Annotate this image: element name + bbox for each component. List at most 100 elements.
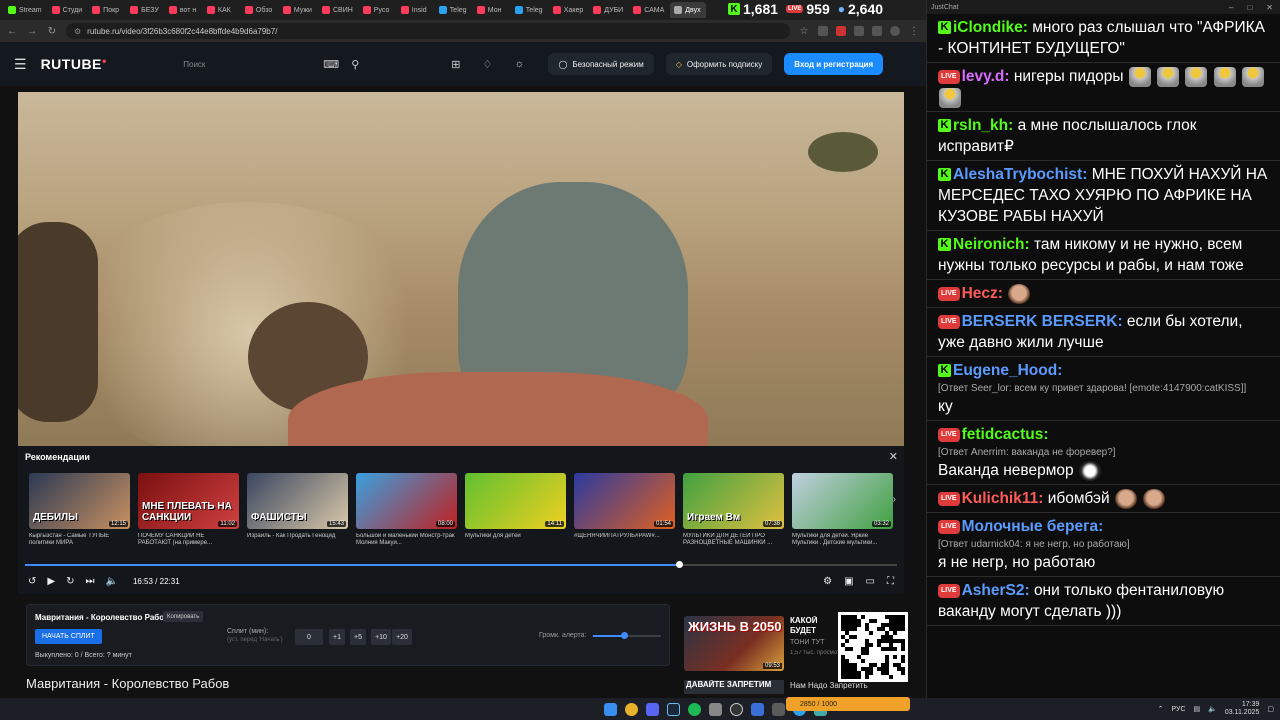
- back-icon[interactable]: ←: [6, 26, 18, 37]
- site-logo[interactable]: RUTUBE●: [41, 56, 108, 72]
- chat-username[interactable]: AleshaTrybochist: [953, 166, 1082, 183]
- browser-tab[interactable]: Русо: [359, 2, 395, 18]
- browser-tab[interactable]: Insid: [397, 2, 433, 18]
- chat-username[interactable]: fetidcactus: [962, 426, 1044, 443]
- side-reco-thumbnail-2[interactable]: ДАВАЙТЕ ЗАПРЕТИМ: [684, 680, 784, 694]
- fullscreen-icon[interactable]: ⛶: [887, 576, 894, 587]
- subscribe-button[interactable]: ◇ Оформить подписку: [665, 53, 773, 75]
- browser-tab[interactable]: Обзо: [241, 2, 277, 18]
- recommendation-thumbnail[interactable]: МНЕ ПЛЕВАТЬ НА САНКЦИИ 11:02: [138, 473, 239, 529]
- extension-icon[interactable]: [836, 26, 846, 36]
- profile-icon[interactable]: [890, 26, 900, 36]
- browser-tab[interactable]: СВИН: [318, 2, 357, 18]
- minimize-icon[interactable]: –: [1229, 3, 1233, 12]
- chat-username[interactable]: Молочные берега: [962, 518, 1099, 535]
- site-info-icon[interactable]: ⚙: [74, 27, 81, 36]
- recommendation-card[interactable]: 08:00 Большой и маленький Монстр-трак Мол…: [356, 473, 457, 547]
- play-icon[interactable]: ▶: [47, 576, 55, 587]
- recommendation-title[interactable]: Большой и маленький Монстр-трак Молния М…: [356, 533, 457, 547]
- recommendation-card[interactable]: ДЕБИЛЫ 12:15 Кыргызстан - Самые ТУПЫЕ поли…: [29, 473, 130, 547]
- video-player[interactable]: Рекомендации ✕ ДЕБИЛЫ 12:15 Кыргызстан - С…: [18, 92, 904, 594]
- maximize-icon[interactable]: □: [1247, 3, 1252, 12]
- side-reco-author[interactable]: ТОНИ ТУТ: [790, 639, 824, 646]
- recommendation-card[interactable]: МНЕ ПЛЕВАТЬ НА САНКЦИИ 11:02 ПОЧЕМУ САНКЦИ…: [138, 473, 239, 547]
- bell-icon[interactable]: ♢: [482, 58, 492, 71]
- language-indicator[interactable]: РУС: [1171, 706, 1185, 713]
- chat-username[interactable]: Eugene_Hood: [953, 362, 1057, 379]
- downloads-icon[interactable]: [872, 26, 882, 36]
- split-increment-button[interactable]: +5: [350, 629, 366, 645]
- upload-icon[interactable]: ⊞: [451, 58, 460, 71]
- search-icon[interactable]: ⚲: [351, 58, 359, 71]
- browser-tab[interactable]: КАК: [203, 2, 239, 18]
- theater-icon[interactable]: ▭: [866, 576, 875, 587]
- browser-tab[interactable]: Покр: [88, 2, 124, 18]
- windows-start-icon[interactable]: [603, 702, 617, 716]
- browser-tab[interactable]: Stream: [4, 2, 46, 18]
- chat-username[interactable]: Kulichik11: [962, 490, 1039, 507]
- recommendation-title[interactable]: МУЛЬТИКИ ДЛЯ ДЕТЕЙ ПРО РАЗНОЦВЕТНЫЕ МАШИ…: [683, 533, 784, 547]
- video-frame[interactable]: [18, 92, 904, 492]
- split-increment-button[interactable]: +10: [371, 629, 391, 645]
- browser-tab[interactable]: Teleg: [511, 2, 547, 18]
- start-split-button[interactable]: НАЧАТЬ СПЛИТ: [35, 629, 102, 644]
- side-reco-thumbnail[interactable]: ЖИЗНЬ В 2050 09:53: [684, 616, 784, 671]
- recommendation-title[interactable]: Мультики для детей: [465, 533, 566, 547]
- browser-tab[interactable]: Студи: [48, 2, 87, 18]
- progress-handle[interactable]: [676, 561, 683, 568]
- recommendation-title[interactable]: Кыргызстан - Самые ТУПЫЕ политики МИРА: [29, 533, 130, 547]
- miniplayer-icon[interactable]: ▣: [844, 576, 853, 587]
- chat-username[interactable]: Neironich: [953, 236, 1024, 253]
- url-field[interactable]: ⚙ rutube.ru/video/3f26b3c680f2c44e8bffde…: [66, 23, 790, 39]
- recommendation-title[interactable]: Мультики для детей. Яркие Мультики . Дет…: [792, 533, 893, 547]
- search-field[interactable]: Поиск ⌨ ⚲: [181, 53, 359, 75]
- recommendation-card[interactable]: 14:11 Мультики для детей: [465, 473, 566, 547]
- browser-tab[interactable]: Teleg: [435, 2, 471, 18]
- alert-volume-slider[interactable]: [593, 632, 661, 639]
- recommendation-thumbnail[interactable]: ФАШИСТЫ 15:43: [247, 473, 348, 529]
- close-icon[interactable]: ✕: [1266, 3, 1273, 12]
- split-increment-button[interactable]: +20: [392, 629, 412, 645]
- progress-bar[interactable]: [25, 561, 897, 568]
- forward-icon[interactable]: →: [26, 26, 38, 37]
- safe-mode-button[interactable]: ◯ Безопасный режим: [548, 53, 654, 75]
- recommendation-thumbnail[interactable]: 14:11: [465, 473, 566, 529]
- menu-icon[interactable]: ☰: [14, 56, 27, 73]
- browser-tab[interactable]: Мон: [473, 2, 509, 18]
- steam-icon[interactable]: [666, 702, 680, 716]
- app-icon[interactable]: [750, 702, 764, 716]
- star-icon[interactable]: ☆: [798, 26, 810, 37]
- browser-tab[interactable]: вот н: [165, 2, 201, 18]
- side-reco-title[interactable]: КАКОЙ БУДЕТ ЖИЗНЬ В 2050: [790, 616, 838, 636]
- side-reco-title-2[interactable]: Нам Надо Запретить: [790, 681, 868, 690]
- app-icon[interactable]: [771, 702, 785, 716]
- chat-username[interactable]: Hecz: [962, 285, 998, 302]
- keyboard-icon[interactable]: ⌨: [323, 58, 339, 71]
- clock[interactable]: 17:39 03.11.2025: [1225, 701, 1260, 717]
- notifications-icon[interactable]: ▢: [1267, 705, 1274, 713]
- discord-icon[interactable]: [645, 702, 659, 716]
- split-minutes-input[interactable]: 0: [295, 629, 323, 645]
- recommendation-title[interactable]: Израиль - Как Продать Геноцид: [247, 533, 348, 547]
- login-button[interactable]: Вход и регистрация: [784, 53, 884, 75]
- split-increment-button[interactable]: +1: [329, 629, 345, 645]
- recommendation-card[interactable]: Играем Вм 07:38 МУЛЬТИКИ ДЛЯ ДЕТЕЙ ПРО РАЗ…: [683, 473, 784, 547]
- obs-icon[interactable]: [729, 702, 743, 716]
- chat-username[interactable]: rsln_kh: [953, 117, 1008, 134]
- chat-username[interactable]: AsherS2: [962, 582, 1025, 599]
- extension-icon[interactable]: [818, 26, 828, 36]
- reload-icon[interactable]: ↻: [46, 26, 58, 37]
- chevron-right-icon[interactable]: ›: [893, 494, 896, 505]
- forward-icon[interactable]: ↻: [66, 576, 74, 587]
- volume-icon[interactable]: 🔈: [1208, 705, 1217, 713]
- browser-tab[interactable]: Хакер: [549, 2, 588, 18]
- app-icon[interactable]: [708, 702, 722, 716]
- volume-icon[interactable]: 🔈: [105, 576, 117, 587]
- chat-username[interactable]: iClondike: [953, 19, 1023, 36]
- settings-icon[interactable]: ⚙: [823, 576, 832, 587]
- browser-tab[interactable]: ДУБИ: [589, 2, 627, 18]
- recommendation-card[interactable]: 03:32 Мультики для детей. Яркие Мультики …: [792, 473, 893, 547]
- alert-volume-handle[interactable]: [620, 632, 628, 639]
- rewind-icon[interactable]: ↺: [28, 576, 36, 587]
- recommendation-card[interactable]: ФАШИСТЫ 15:43 Израиль - Как Продать Геноци…: [247, 473, 348, 547]
